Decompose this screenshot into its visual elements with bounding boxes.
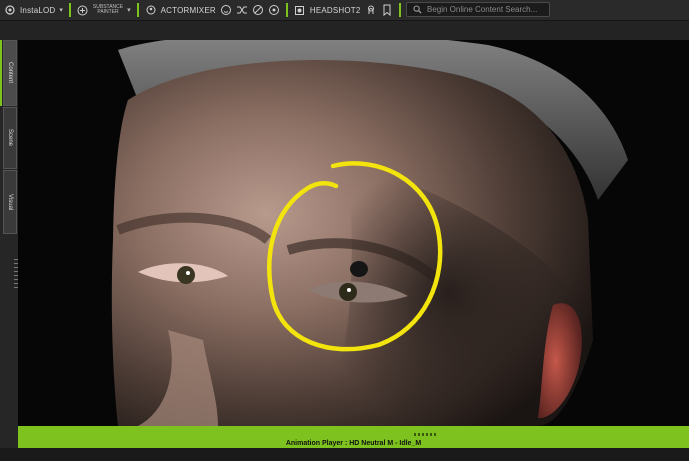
face-mix-icon[interactable] bbox=[220, 4, 232, 16]
secondary-toolbar bbox=[0, 21, 689, 40]
bottom-left-panel bbox=[0, 426, 18, 448]
headshot-label[interactable]: HEADSHOT2 bbox=[310, 6, 361, 15]
search-icon bbox=[411, 4, 423, 16]
instalod-button[interactable]: InstaLOD ▾ bbox=[0, 0, 67, 20]
tab-scene-label: Scene bbox=[7, 129, 13, 147]
timeline-bar bbox=[18, 426, 689, 438]
headshot-icon[interactable] bbox=[294, 4, 306, 16]
tab-content-label: Content bbox=[7, 62, 13, 84]
animation-player-header[interactable]: Animation Player : HD Neutral M - Idle_M bbox=[18, 438, 689, 448]
instalod-icon bbox=[4, 4, 16, 16]
substance-icon bbox=[77, 4, 89, 16]
substance-painter-button[interactable]: SUBSTANCE PAINTER ▾ bbox=[73, 0, 135, 20]
tab-visual-label: Visual bbox=[7, 193, 13, 211]
instalod-label: InstaLOD bbox=[20, 5, 56, 15]
morph-icon[interactable] bbox=[268, 4, 280, 16]
tab-content[interactable]: Content bbox=[3, 40, 17, 106]
tab-scene[interactable]: Scene bbox=[3, 107, 17, 169]
active-tab-indicator bbox=[0, 40, 2, 106]
shuffle-icon[interactable] bbox=[236, 4, 248, 16]
main-toolbar: InstaLOD ▾ SUBSTANCE PAINTER ▾ ACTORMIXE… bbox=[0, 0, 689, 21]
toolbar-divider bbox=[398, 3, 401, 17]
search-placeholder: Begin Online Content Search... bbox=[427, 5, 538, 14]
actormixer-group: ACTORMIXER bbox=[141, 0, 284, 20]
head-outline-icon[interactable] bbox=[365, 4, 377, 16]
headshot-group: HEADSHOT2 bbox=[290, 0, 397, 20]
chevron-down-icon[interactable]: ▾ bbox=[127, 6, 131, 14]
toolbar-divider bbox=[136, 3, 139, 17]
online-content-search-input[interactable]: Begin Online Content Search... bbox=[406, 2, 550, 17]
animation-player-title: Animation Player : HD Neutral M - Idle_M bbox=[285, 439, 422, 447]
toolbar-divider bbox=[68, 3, 71, 17]
chevron-down-icon[interactable]: ▾ bbox=[59, 6, 63, 14]
actormixer-label[interactable]: ACTORMIXER bbox=[161, 6, 216, 15]
toolbar-divider bbox=[285, 3, 288, 17]
3d-viewport[interactable] bbox=[18, 40, 689, 426]
animation-panel-grip[interactable] bbox=[414, 433, 438, 436]
actormixer-icon[interactable] bbox=[145, 4, 157, 16]
random-face-icon[interactable] bbox=[252, 4, 264, 16]
bookmark-icon[interactable] bbox=[381, 4, 393, 16]
animation-player-panel bbox=[0, 448, 689, 461]
substance-label-line2: PAINTER bbox=[97, 9, 119, 15]
tab-visual[interactable]: Visual bbox=[3, 170, 17, 234]
face-render bbox=[18, 40, 689, 426]
